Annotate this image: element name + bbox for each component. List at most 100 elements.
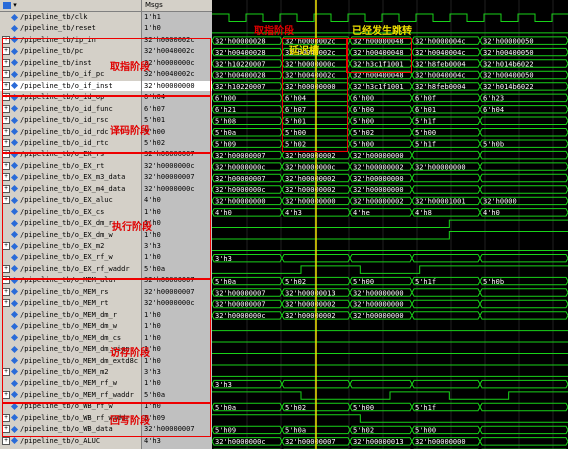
bus-value-label: 6'h0f — [415, 95, 436, 103]
bit-wave — [212, 391, 568, 400]
bus-value-label: 32'h0000000c — [215, 312, 266, 320]
bus-value-label: 32'h00000002 — [285, 152, 336, 160]
writeback-stage-box — [2, 403, 211, 437]
bus-value-label: 32'h8feb0004 — [415, 60, 466, 68]
bus-value-label: 32'h00000002 — [353, 163, 404, 171]
expand-toggle-icon[interactable]: + — [2, 436, 10, 445]
signal-value: 1'h1 — [144, 13, 161, 21]
dropdown-chevron-icon[interactable]: ▾ — [13, 1, 17, 9]
bus-value-label: 32'h014b6022 — [483, 60, 534, 68]
bus-value-label: 5'h1f — [415, 278, 436, 286]
bus-value-label: 32'h00400028 — [215, 72, 266, 80]
bus-segment — [479, 185, 568, 194]
bus-value-label: 32'h00000050 — [483, 37, 534, 45]
bus-segment — [479, 402, 568, 412]
bus-value-label: 5'h0b — [483, 140, 504, 148]
bus-segment — [411, 185, 481, 194]
bus-segment — [479, 116, 568, 125]
signal-type-icon — [10, 24, 19, 32]
bus-segment — [411, 288, 481, 297]
bus-value-label: 5'h0a — [215, 129, 236, 137]
bus-value-label: 32'h00000000 — [353, 175, 404, 183]
clock-wave — [212, 13, 568, 22]
bus-value-label: 32'h0040004c — [415, 72, 466, 80]
bus-value-label: 32'h00000002 — [285, 186, 336, 194]
bus-value-label: 32'h00000002 — [285, 301, 336, 309]
bus-value-label: 32'h00000013 — [353, 438, 404, 446]
bus-value-label: 5'h02 — [353, 129, 374, 137]
bus-segment — [411, 379, 481, 389]
bus-value-label: 5'h09 — [215, 427, 236, 435]
bus-segment — [479, 437, 568, 446]
bus-value-label: 32'h00000000 — [353, 301, 404, 309]
bus-value-label: 32'h10220007 — [215, 60, 266, 68]
toolbar-icon[interactable] — [3, 1, 11, 9]
bus-value-label: 32'h00000002 — [285, 175, 336, 183]
name-pane-header: ▾ — [0, 0, 141, 12]
bus-value-label: 4'h3 — [285, 209, 302, 217]
bus-segment — [411, 299, 481, 309]
bus-segment — [479, 311, 568, 320]
bus-value-label: 6'h00 — [353, 95, 374, 103]
fetch-stage-label: 取指阶段 — [110, 62, 150, 73]
bus-value-label: 5'h1f — [415, 404, 436, 412]
bus-value-label: 3'h3 — [215, 381, 232, 389]
bus-value-label: 5'h00 — [353, 140, 374, 148]
bus-value-label: 32'h00000028 — [215, 37, 266, 45]
signal-name: /pipeline_tb/clk — [20, 13, 88, 21]
bus-value-label: 32'h00000000 — [353, 312, 404, 320]
bus-value-label: 32'h00000000 — [353, 152, 404, 160]
bit-wave — [212, 231, 568, 240]
bus-value-label: 32'h00000000 — [353, 289, 404, 297]
bus-value-label: 32'h10220007 — [215, 83, 266, 91]
wave-viewer: ▾ /pipeline_tb/clk/pipeline_tb/reset + /pi… — [0, 0, 568, 449]
bus-value-label: 32'h00000000 — [353, 186, 404, 194]
bus-segment — [479, 253, 568, 263]
bus-value-label: 4'he — [353, 209, 370, 217]
execute-stage-box — [2, 153, 211, 279]
bus-value-label: 3'h3 — [215, 255, 232, 263]
bus-value-label: 5'h0a — [215, 278, 236, 286]
bus-value-label: 4'h0 — [215, 209, 232, 217]
bus-value-label: 5'h1f — [415, 118, 436, 126]
jump-box — [346, 38, 412, 73]
bus-value-label: 32'h0040004c — [415, 49, 466, 57]
bus-value-label: 32'h00000000 — [285, 198, 336, 206]
bus-segment — [479, 299, 568, 309]
bus-segment — [411, 150, 481, 160]
jump-happened-label: 已经发生跳转 — [352, 26, 412, 37]
bus-value-label: 32'h0000 — [483, 198, 517, 206]
bus-value-label: 5'h00 — [353, 278, 374, 286]
bus-segment — [479, 162, 568, 171]
bus-value-label: 5'h09 — [215, 140, 236, 148]
signal-row[interactable]: + /pipeline_tb/o_ALUC — [0, 436, 141, 446]
bus-value-label: 32'h00000000 — [415, 438, 466, 446]
bus-value-label: 5'h00 — [415, 129, 436, 137]
bus-value-label: 5'h02 — [285, 404, 306, 412]
bus-value-label: 6'h04 — [483, 106, 504, 114]
signal-row[interactable]: /pipeline_tb/reset — [0, 23, 141, 33]
bus-value-label: 5'h0a — [285, 427, 306, 435]
signal-name: /pipeline_tb/reset — [20, 24, 96, 33]
bus-value-label: 32'h0000000c — [215, 163, 266, 171]
bus-value-label: 6'h21 — [215, 106, 236, 114]
signal-row[interactable]: /pipeline_tb/clk — [0, 12, 141, 22]
bus-value-label: 32'h014b6022 — [483, 83, 534, 91]
bit-wave — [212, 414, 568, 423]
decode-stage-box — [2, 96, 211, 153]
writeback-stage-label: 回写阶段 — [110, 416, 150, 427]
memory-stage-label: 访存阶段 — [110, 348, 150, 359]
bus-value-label: 5'h02 — [285, 278, 306, 286]
bus-value-label: 5'h02 — [353, 427, 374, 435]
bit-wave — [212, 265, 568, 274]
bus-value-label: 32'h00000007 — [215, 175, 266, 183]
bus-value-label: 32'h0000000c — [215, 438, 266, 446]
bus-value-label: 32'h00400050 — [483, 49, 534, 57]
bus-segment — [411, 311, 481, 320]
bus-segment — [479, 425, 568, 435]
bus-value-label: 32'h00000007 — [215, 152, 266, 160]
bus-value-label: 32'h00000007 — [215, 301, 266, 309]
bus-value-label: 32'h0000000c — [215, 186, 266, 194]
bus-value-label: 6'h23 — [483, 95, 504, 103]
bus-value-label: 4'h8 — [415, 209, 432, 217]
